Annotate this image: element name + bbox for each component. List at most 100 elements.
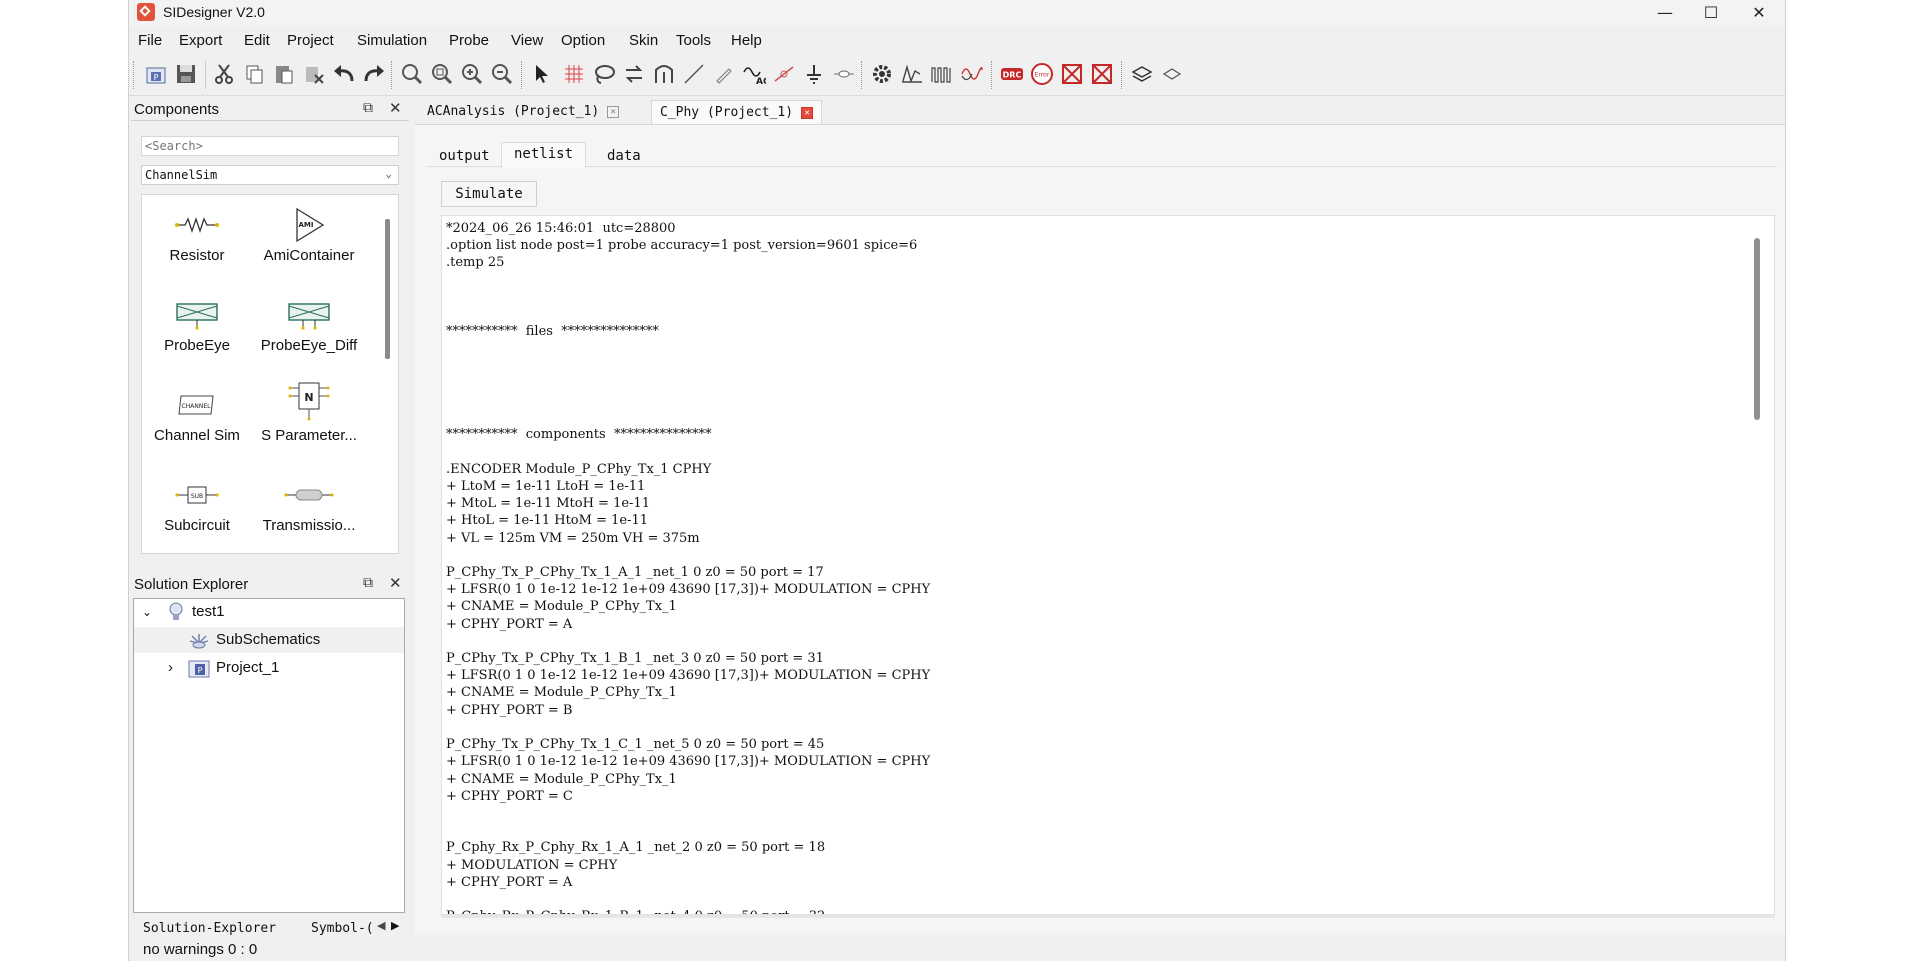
netlist-line: + MODULATION = CPHY: [446, 857, 618, 873]
menu-simulation[interactable]: Simulation: [357, 32, 427, 49]
expand-icon[interactable]: ›: [168, 655, 173, 681]
close-tab-icon[interactable]: ✕: [801, 106, 814, 119]
components-panel-title: Components: [134, 101, 220, 118]
simulate-button[interactable]: Simulate: [441, 181, 537, 207]
transmission-line-icon: [254, 473, 364, 517]
wire-icon[interactable]: [681, 61, 707, 87]
tab-scroll-left-icon[interactable]: ◀: [377, 919, 385, 932]
menu-edit[interactable]: Edit: [244, 32, 270, 49]
title-bar: SIDesigner V2.0 — ☐ ✕: [129, 0, 1785, 26]
component-probeeye[interactable]: ProbeEye: [142, 293, 252, 379]
menu-file[interactable]: File: [138, 32, 162, 49]
library-select[interactable]: ChannelSim ⌄: [141, 165, 399, 185]
netlist-line: [446, 358, 1770, 375]
component-subcircuit[interactable]: SUB Subcircuit: [142, 473, 252, 559]
tab-scroll-right-icon[interactable]: ▶: [391, 919, 399, 932]
toolbar-grip[interactable]: [521, 61, 525, 89]
close-button[interactable]: ✕: [1731, 0, 1785, 26]
netlist-line: [446, 547, 1770, 564]
swap-icon[interactable]: [621, 61, 647, 87]
tab-acanalysis[interactable]: ACAnalysis (Project_1) ✕: [419, 100, 627, 124]
toolbar-grip[interactable]: [861, 61, 865, 89]
component-amicontainer[interactable]: AMI AmiContainer: [254, 203, 364, 289]
menu-option[interactable]: Option: [561, 32, 605, 49]
grid-icon[interactable]: [561, 61, 587, 87]
svg-text:SUB: SUB: [191, 493, 203, 500]
menu-help[interactable]: Help: [731, 32, 762, 49]
ground-icon[interactable]: [801, 61, 827, 87]
close-panel-icon[interactable]: ✕: [389, 99, 402, 117]
pulse-icon[interactable]: [929, 61, 955, 87]
netlist-line: + CPHY_PORT = B: [446, 702, 573, 718]
save-icon[interactable]: [173, 61, 199, 87]
bus-icon[interactable]: [651, 61, 677, 87]
netlist-scrollbar[interactable]: [1754, 238, 1760, 420]
copy-icon[interactable]: [241, 61, 267, 87]
probe-icon[interactable]: [771, 61, 797, 87]
open-project-icon[interactable]: P: [143, 61, 169, 87]
menu-probe[interactable]: Probe: [449, 32, 489, 49]
component-grid-scrollbar[interactable]: [385, 219, 390, 359]
zoom-out-icon[interactable]: [489, 61, 515, 87]
ac-source-icon[interactable]: AC: [741, 61, 767, 87]
toolbar-grip[interactable]: [991, 61, 995, 89]
netlist-line: [446, 891, 1770, 908]
tab-netlist[interactable]: netlist: [501, 142, 587, 168]
close-panel-icon[interactable]: ✕: [389, 574, 402, 592]
toolbar-grip[interactable]: [391, 61, 395, 89]
port-icon[interactable]: [831, 61, 857, 87]
component-s-parameter[interactable]: N S Parameter...: [254, 375, 364, 461]
diamond-icon[interactable]: [1159, 61, 1185, 87]
redo-icon[interactable]: [361, 61, 387, 87]
netlist-line: [446, 306, 1770, 323]
waveform-icon[interactable]: [899, 61, 925, 87]
select-pointer-icon[interactable]: [529, 61, 555, 87]
tab-c-phy[interactable]: C_Phy (Project_1) ✕: [651, 100, 823, 125]
netlist-text-area[interactable]: *2024_06_26 15:46:01 utc=28800 .option li…: [441, 215, 1775, 915]
menu-skin[interactable]: Skin: [629, 32, 658, 49]
tree-item-project-1[interactable]: › P Project_1: [134, 655, 404, 681]
toolbar-grip[interactable]: [133, 61, 137, 89]
delete-icon[interactable]: [301, 61, 327, 87]
component-transmission-line[interactable]: Transmissio...: [254, 473, 364, 559]
component-probeeye-diff[interactable]: ProbeEye_Diff: [254, 293, 364, 379]
component-channel-sim[interactable]: CHANNEL Channel Sim: [142, 383, 252, 469]
close-tab-icon[interactable]: ✕: [607, 105, 620, 118]
float-panel-icon[interactable]: ⧉: [363, 575, 373, 591]
netlist-line: + VL = 125m VM = 250m VH = 375m: [446, 530, 700, 546]
tree-item-subschematics[interactable]: SubSchematics: [134, 627, 404, 653]
zoom-area-icon[interactable]: [429, 61, 455, 87]
tree-item-test1[interactable]: ⌄ test1: [134, 599, 404, 625]
doc-tab-label: C_Phy (Project_1): [660, 105, 794, 120]
cross-box-icon[interactable]: [1059, 61, 1085, 87]
pen-icon[interactable]: [711, 61, 737, 87]
menu-view[interactable]: View: [511, 32, 543, 49]
zoom-in-icon[interactable]: [459, 61, 485, 87]
undo-icon[interactable]: [331, 61, 357, 87]
menu-project[interactable]: Project: [287, 32, 334, 49]
menu-tools[interactable]: Tools: [676, 32, 711, 49]
tab-symbol[interactable]: Symbol-(: [311, 921, 381, 936]
layers-icon[interactable]: [1129, 61, 1155, 87]
float-panel-icon[interactable]: ⧉: [363, 100, 373, 116]
component-label: Transmissio...: [262, 517, 356, 534]
drc-icon[interactable]: DRC: [999, 61, 1025, 87]
menu-export[interactable]: Export: [179, 32, 222, 49]
lasso-icon[interactable]: [591, 61, 617, 87]
eye-wave-icon[interactable]: [959, 61, 985, 87]
toolbar-grip[interactable]: [1121, 61, 1125, 89]
paste-icon[interactable]: [271, 61, 297, 87]
component-search-input[interactable]: <Search>: [141, 136, 399, 156]
channel-icon: CHANNEL: [142, 383, 252, 427]
zoom-fit-icon[interactable]: [399, 61, 425, 87]
cross-box-icon-2[interactable]: [1089, 61, 1115, 87]
error-icon[interactable]: Error: [1029, 61, 1055, 87]
tab-solution-explorer[interactable]: Solution-Explorer: [143, 921, 276, 936]
netlist-line: [446, 444, 1770, 461]
component-resistor[interactable]: Resistor: [142, 203, 252, 289]
tab-output[interactable]: output: [427, 145, 502, 167]
expand-icon[interactable]: ⌄: [142, 599, 152, 625]
tab-data[interactable]: data: [595, 145, 653, 167]
settings-icon[interactable]: [869, 61, 895, 87]
cut-icon[interactable]: [211, 61, 237, 87]
